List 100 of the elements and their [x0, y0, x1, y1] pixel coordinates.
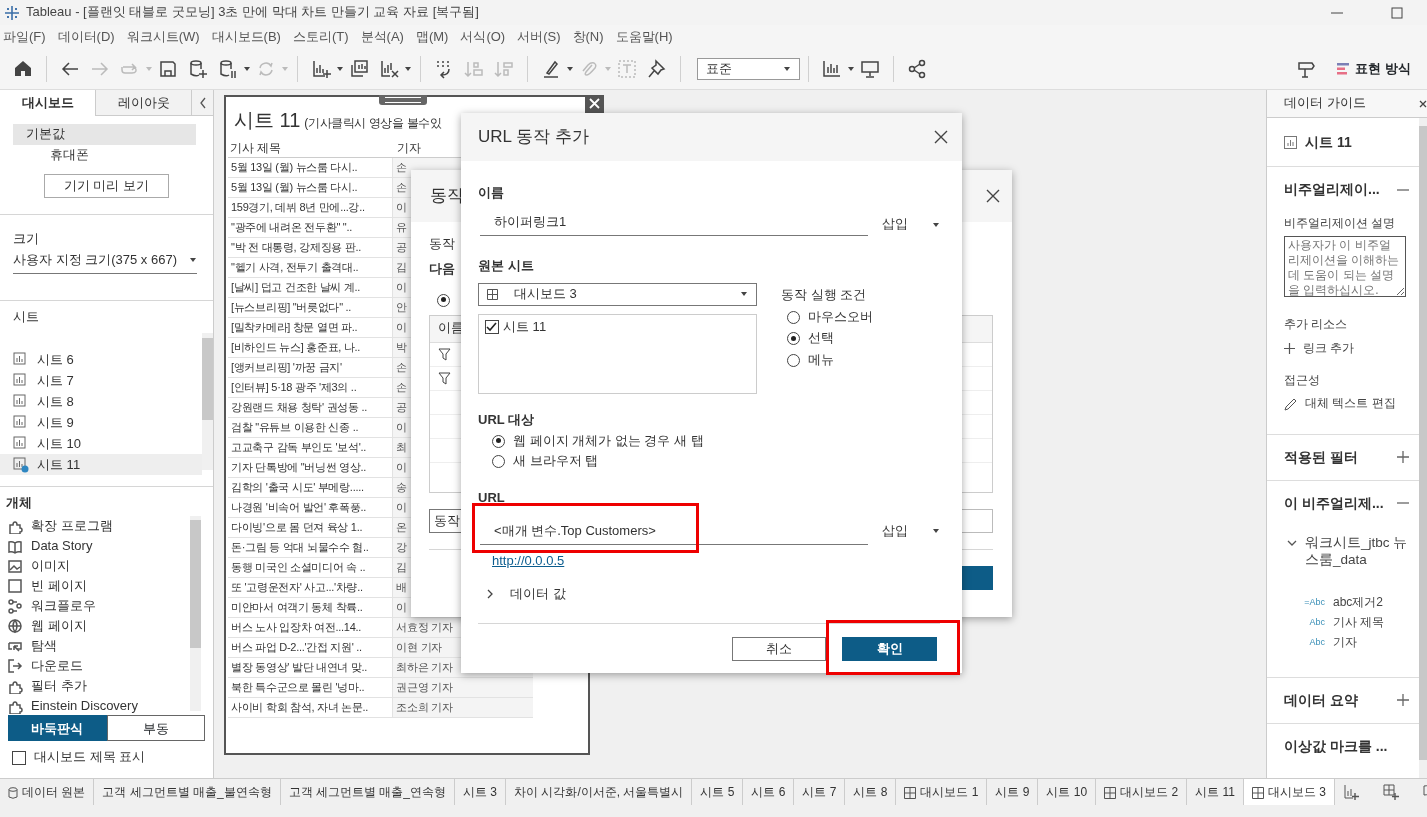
filter-icon: [438, 347, 451, 361]
cancel-button[interactable]: 취소: [732, 636, 826, 661]
layout-mode-button[interactable]: 부동: [106, 715, 205, 742]
radio-button[interactable]: [492, 455, 505, 469]
save-icon[interactable]: [158, 59, 178, 79]
app-logo-icon: [4, 4, 20, 21]
duplicate-sheet-icon[interactable]: [349, 59, 369, 79]
object-item[interactable]: 웹 페이지: [31, 617, 87, 635]
radio-button[interactable]: [787, 332, 800, 346]
object-item[interactable]: 이미지: [31, 557, 70, 575]
menu-item[interactable]: 서버(S): [514, 28, 570, 46]
chevron-right-icon[interactable]: [486, 589, 494, 600]
object-item[interactable]: 워크플로우: [31, 597, 96, 615]
close-icon[interactable]: [934, 130, 948, 144]
scrollbar[interactable]: [190, 516, 201, 712]
text-field[interactable]: <매개 변수.Top Customers>: [480, 517, 868, 546]
preview-button[interactable]: 기기 미리 보기: [44, 173, 169, 198]
panel-tab[interactable]: 레이아웃: [95, 90, 191, 116]
radio-label: 메뉴: [808, 352, 834, 370]
sheet-icon: [1284, 135, 1297, 149]
device-item[interactable]: 휴대폰: [13, 144, 196, 166]
new-dashboard-icon[interactable]: [1383, 784, 1399, 800]
radio-button[interactable]: [437, 293, 450, 307]
menu-item[interactable]: 데이터(D): [54, 28, 124, 46]
insert-dropdown[interactable]: 삽입: [882, 522, 940, 540]
new-worksheet-icon[interactable]: [1343, 784, 1359, 800]
object-item[interactable]: 탐색: [31, 637, 57, 655]
menu-item[interactable]: 스토리(T): [289, 28, 358, 46]
radio-button[interactable]: [787, 354, 800, 368]
share-icon[interactable]: [907, 59, 927, 79]
menu-item[interactable]: 워크시트(W): [123, 28, 209, 46]
close-icon[interactable]: [986, 189, 1000, 203]
insert-dropdown[interactable]: 삽입: [882, 216, 940, 234]
bar-chart-icon[interactable]: [822, 59, 842, 79]
object-item[interactable]: Einstein Discovery: [31, 697, 138, 715]
close-icon[interactable]: [1419, 99, 1427, 108]
field-label: 비주얼리제이션 설명: [1284, 216, 1397, 232]
highlighter-icon[interactable]: [541, 59, 561, 79]
radio-button[interactable]: [787, 310, 800, 324]
layout-mode-button[interactable]: 바둑판식: [8, 715, 107, 742]
scrollbar[interactable]: [202, 333, 213, 471]
description-field[interactable]: 사용자가 이 비주얼리제이션을 이해하는 데 도움이 되는 설명을 입력하십시오.: [1284, 235, 1406, 297]
sheet-item[interactable]: 시트 8: [0, 391, 202, 413]
fit-dropdown[interactable]: 표준: [697, 58, 800, 80]
menu-item[interactable]: 창(N): [569, 28, 613, 46]
plus-icon: [1284, 343, 1295, 355]
signpost-icon[interactable]: [1296, 59, 1317, 79]
object-item[interactable]: 필터 추가: [31, 677, 87, 695]
field-label: 원본 시트: [478, 257, 535, 275]
radio-button[interactable]: [492, 434, 505, 448]
new-worksheet-icon[interactable]: [311, 59, 331, 79]
checkbox[interactable]: [485, 320, 499, 335]
scrollbar[interactable]: [1419, 118, 1427, 778]
object-item[interactable]: 다운로드: [31, 657, 83, 675]
size-dropdown[interactable]: 사용자 지정 크기(375 x 667): [13, 251, 197, 274]
ok-button[interactable]: 확인: [842, 636, 937, 661]
sheet-item[interactable]: 시트 11: [0, 454, 202, 476]
puzzle-icon: [8, 678, 23, 694]
sheet-item[interactable]: 시트 9: [0, 412, 202, 434]
device-item[interactable]: 기본값: [13, 124, 196, 145]
sheet-tab[interactable]: 대시보드 3: [1244, 779, 1335, 806]
presentation-icon[interactable]: [860, 59, 880, 79]
expand-icon[interactable]: [1397, 694, 1409, 707]
menu-item[interactable]: 파일(F): [0, 28, 55, 46]
menu-item[interactable]: 분석(A): [357, 28, 413, 46]
section-title: 적용된 필터: [1284, 448, 1358, 467]
expand-icon[interactable]: [1397, 451, 1409, 464]
blank-page-icon: [8, 578, 23, 594]
database-pause-icon[interactable]: [218, 59, 238, 79]
sheet-item[interactable]: 시트 6: [0, 349, 202, 371]
checkbox[interactable]: [12, 750, 26, 765]
object-item[interactable]: 확장 프로그램: [31, 517, 113, 535]
dialog-title: URL 동작 추가: [478, 125, 589, 148]
menu-item[interactable]: 서식(O): [457, 28, 515, 46]
section-label: 시트: [12, 307, 40, 326]
edit-alt-text-link[interactable]: 대체 텍스트 편집: [1305, 396, 1396, 412]
drag-handle[interactable]: [379, 95, 427, 105]
add-link[interactable]: 링크 추가: [1303, 341, 1355, 357]
maximize-icon[interactable]: [1391, 6, 1403, 19]
menu-item[interactable]: 도움말(H): [612, 28, 682, 46]
pin-icon[interactable]: [647, 59, 667, 79]
sheet-icon: [13, 435, 29, 452]
home-icon[interactable]: [13, 59, 33, 79]
book-icon: [8, 538, 23, 554]
text-field[interactable]: 하이퍼링크1: [480, 213, 868, 236]
source-dropdown[interactable]: 대시보드 3: [478, 282, 757, 306]
close-icon[interactable]: [585, 95, 604, 113]
menu-item[interactable]: 대시보드(B): [208, 28, 290, 46]
database-plus-icon[interactable]: [188, 59, 208, 79]
object-item[interactable]: 빈 페이지: [31, 577, 87, 595]
collapse-icon[interactable]: [198, 97, 207, 109]
show-me-button[interactable]: 표현 방식: [1337, 59, 1411, 79]
image-icon: [8, 558, 23, 574]
object-item[interactable]: Data Story: [31, 537, 93, 555]
sheet-subtitle: (기사클릭시 영상을 볼수있: [304, 116, 442, 132]
clear-sheet-icon[interactable]: [379, 59, 399, 79]
sheet-item[interactable]: 시트 7: [0, 370, 202, 392]
field-label: 접근성: [1284, 372, 1321, 389]
sheet-item[interactable]: 시트 10: [0, 433, 202, 455]
menu-item[interactable]: 맵(M): [412, 28, 458, 46]
